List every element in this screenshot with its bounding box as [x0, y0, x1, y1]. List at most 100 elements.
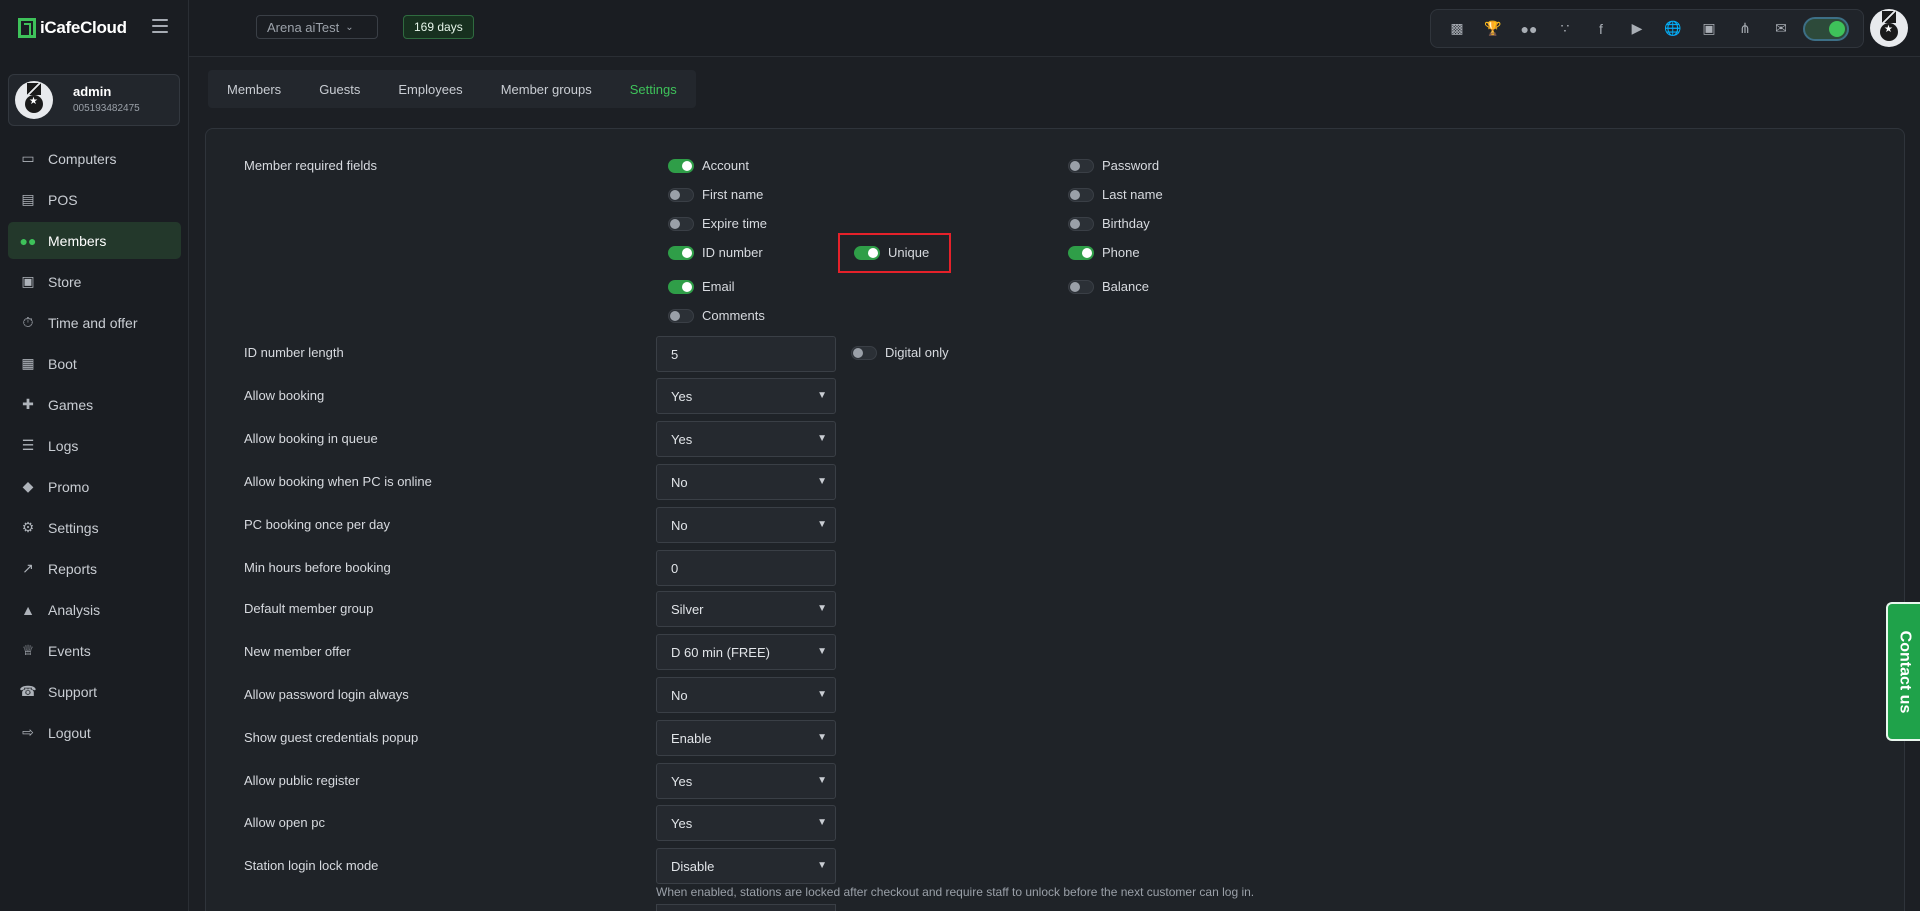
- toggle-expire-time[interactable]: Expire time: [668, 216, 767, 231]
- members-tabs: Members Guests Employees Member groups S…: [208, 70, 696, 108]
- unique-switch[interactable]: [854, 245, 880, 260]
- toggle-phone[interactable]: Phone: [1068, 245, 1140, 260]
- toggle-label: Expire time: [702, 216, 768, 231]
- mail-icon[interactable]: ✉: [1763, 11, 1799, 47]
- account-switch[interactable]: [668, 158, 694, 173]
- workspace-name: Arena aiTest: [267, 19, 340, 35]
- brand-logo[interactable]: iCafeCloud: [18, 18, 127, 38]
- sidebar-item-store[interactable]: ▣ Store: [8, 263, 181, 300]
- toggle-birthday[interactable]: Birthday: [1068, 216, 1150, 231]
- sidebar-item-analysis[interactable]: ▲ Analysis: [8, 591, 181, 628]
- sidebar-item-promo[interactable]: ◆ Promo: [8, 468, 181, 505]
- sidebar-item-members[interactable]: ●● Members: [8, 222, 181, 259]
- toggle-account[interactable]: Account: [668, 158, 749, 173]
- menu-toggle-icon[interactable]: [152, 19, 168, 33]
- toggle-id-number[interactable]: ID number: [668, 245, 763, 260]
- digital-only-switch[interactable]: [851, 345, 877, 360]
- sidebar-item-computers[interactable]: ▭ Computers: [8, 140, 181, 177]
- ranking-icon[interactable]: ▩: [1439, 11, 1475, 47]
- password-switch[interactable]: [1068, 158, 1094, 173]
- chevron-down-icon: ▼: [817, 860, 827, 871]
- users-icon: ●●: [19, 232, 37, 249]
- toggle-label: Password: [1102, 158, 1160, 173]
- new-member-offer-select[interactable]: D 60 min (FREE) ▼: [656, 634, 836, 670]
- chevron-down-icon: ▼: [817, 603, 827, 614]
- setting-label: Min hours before booking: [244, 560, 391, 575]
- balance-switch[interactable]: [1068, 279, 1094, 294]
- sidebar-item-settings[interactable]: ⚙ Settings: [8, 509, 181, 546]
- toggle-email[interactable]: Email: [668, 279, 735, 294]
- tab-member-groups[interactable]: Member groups: [482, 70, 611, 108]
- sidebar-item-label: Games: [48, 396, 94, 413]
- rss-icon[interactable]: ∵: [1547, 11, 1583, 47]
- email-switch[interactable]: [668, 279, 694, 294]
- guest-popup-select[interactable]: Enable ▼: [656, 720, 836, 756]
- settings-panel: [205, 128, 1905, 911]
- globe-icon[interactable]: 🌐: [1655, 11, 1691, 47]
- sidebar: iCafeCloud admin 005193482475 ▭ Computers…: [0, 0, 189, 911]
- theme-toggle[interactable]: [1803, 16, 1849, 41]
- line-chart-icon: ↗: [22, 560, 34, 576]
- contact-us-button[interactable]: Contact us: [1886, 602, 1920, 741]
- sidebar-item-logs[interactable]: ☰ Logs: [8, 427, 181, 464]
- icafe-icon[interactable]: ▣: [1691, 11, 1727, 47]
- min-hours-input[interactable]: 0: [656, 550, 836, 586]
- toggle-last-name[interactable]: Last name: [1068, 187, 1163, 202]
- allow-booking-queue-select[interactable]: Yes ▼: [656, 421, 836, 457]
- phone-switch[interactable]: [1068, 245, 1094, 260]
- sidebar-item-boot[interactable]: ▦ Boot: [8, 345, 181, 382]
- tab-employees[interactable]: Employees: [379, 70, 481, 108]
- sidebar-item-time-and-offer[interactable]: ⏱ Time and offer: [8, 304, 181, 341]
- contact-us-label: Contact us: [1896, 630, 1914, 713]
- toggle-first-name[interactable]: First name: [668, 187, 763, 202]
- sidebar-item-logout[interactable]: ⇨ Logout: [8, 714, 181, 751]
- group-icon[interactable]: ●●: [1511, 11, 1547, 47]
- tag-icon: ◆: [22, 478, 34, 494]
- sidebar-item-support[interactable]: ☎ Support: [8, 673, 181, 710]
- field-value: Silver: [671, 601, 704, 617]
- pc-booking-once-select[interactable]: No ▼: [656, 507, 836, 543]
- password-login-select[interactable]: No ▼: [656, 677, 836, 713]
- bag-icon: ▣: [21, 273, 35, 289]
- sidebar-item-events[interactable]: ♕ Events: [8, 632, 181, 669]
- allow-booking-select[interactable]: Yes ▼: [656, 378, 836, 414]
- toggle-balance[interactable]: Balance: [1068, 279, 1149, 294]
- default-member-group-select[interactable]: Silver ▼: [656, 591, 836, 627]
- next-field-partial[interactable]: [656, 904, 836, 911]
- allow-booking-online-select[interactable]: No ▼: [656, 464, 836, 500]
- tab-members[interactable]: Members: [208, 70, 300, 108]
- toggle-unique[interactable]: Unique: [854, 245, 929, 260]
- trophy-icon[interactable]: 🏆: [1475, 11, 1511, 47]
- facebook-icon[interactable]: f: [1583, 11, 1619, 47]
- toggle-digital-only[interactable]: Digital only: [851, 345, 949, 360]
- id-number-switch[interactable]: [668, 245, 694, 260]
- logout-icon: ⇨: [22, 724, 34, 740]
- toggle-label: Phone: [1102, 245, 1140, 260]
- youtube-icon[interactable]: ▶: [1619, 11, 1655, 47]
- tab-settings[interactable]: Settings: [611, 70, 696, 108]
- gamepad-icon: ✚: [22, 396, 34, 412]
- sidebar-item-reports[interactable]: ↗ Reports: [8, 550, 181, 587]
- comments-switch[interactable]: [668, 308, 694, 323]
- id-number-length-input[interactable]: 5: [656, 336, 836, 372]
- sidebar-item-label: Settings: [48, 519, 99, 536]
- toggle-comments[interactable]: Comments: [668, 308, 765, 323]
- sidebar-item-games[interactable]: ✚ Games: [8, 386, 181, 423]
- station-lock-mode-select[interactable]: Disable ▼: [656, 848, 836, 884]
- allow-open-pc-select[interactable]: Yes ▼: [656, 805, 836, 841]
- toggle-password[interactable]: Password: [1068, 158, 1159, 173]
- user-avatar[interactable]: [1870, 9, 1908, 47]
- sidebar-item-pos[interactable]: ▤ POS: [8, 181, 181, 218]
- profile-card[interactable]: admin 005193482475: [8, 74, 180, 126]
- last-name-switch[interactable]: [1068, 187, 1094, 202]
- birthday-switch[interactable]: [1068, 216, 1094, 231]
- workspace-select[interactable]: Arena aiTest ⌄: [256, 15, 378, 39]
- field-value: Enable: [671, 730, 712, 746]
- expire-time-switch[interactable]: [668, 216, 694, 231]
- setting-label: Allow public register: [244, 773, 360, 788]
- handshake-icon[interactable]: ⋔: [1727, 11, 1763, 47]
- list-icon: ☰: [21, 437, 35, 453]
- tab-guests[interactable]: Guests: [300, 70, 379, 108]
- public-register-select[interactable]: Yes ▼: [656, 763, 836, 799]
- first-name-switch[interactable]: [668, 187, 694, 202]
